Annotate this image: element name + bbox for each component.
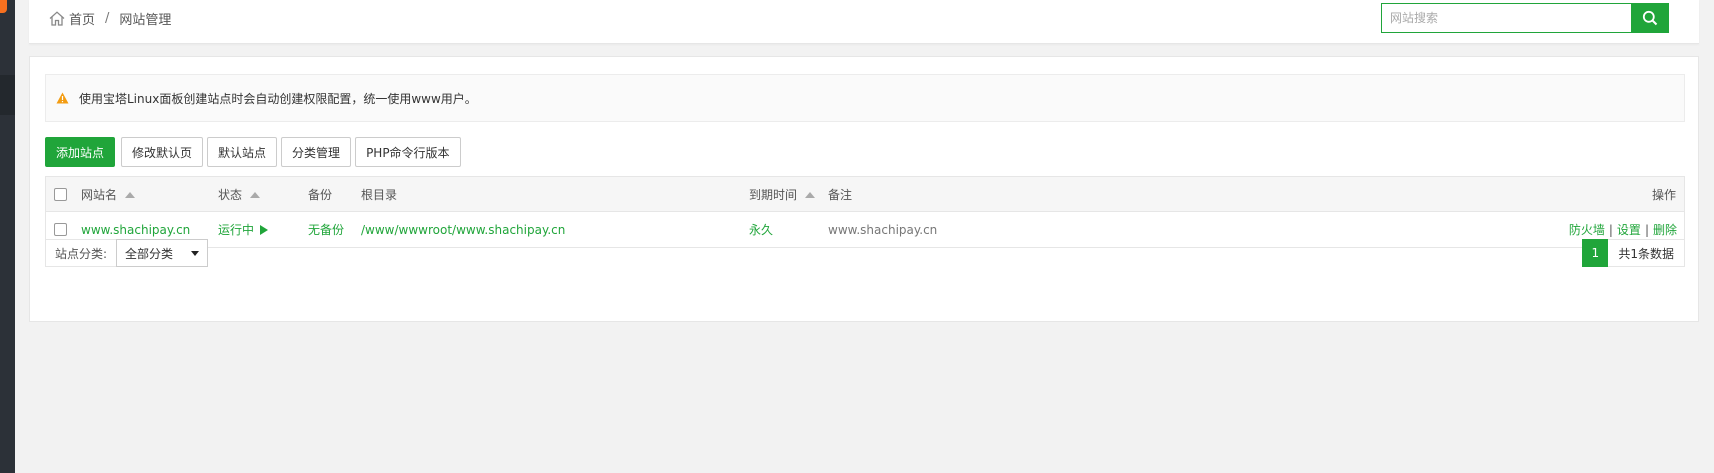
notice-alert: 使用宝塔Linux面板创建站点时会自动创建权限配置，统一使用www用户。 <box>45 74 1685 122</box>
site-status[interactable]: 运行中 <box>218 212 269 247</box>
settings-link[interactable]: 设置 <box>1617 221 1641 238</box>
select-all-checkbox[interactable] <box>54 188 67 201</box>
default-site-button[interactable]: 默认站点 <box>207 137 278 167</box>
divider: | <box>1608 222 1613 237</box>
header-status-label: 状态 <box>218 188 243 202</box>
firewall-link[interactable]: 防火墙 <box>1569 221 1605 238</box>
breadcrumb: 首页 / 网站管理 <box>49 9 171 28</box>
total-count: 共1条数据 <box>1618 246 1674 261</box>
sidebar-badge <box>0 0 7 13</box>
search-input[interactable] <box>1381 3 1631 33</box>
category-select[interactable]: 全部分类 <box>116 239 209 267</box>
header-ops: 操作 <box>1651 188 1676 202</box>
row-checkbox[interactable] <box>54 223 67 236</box>
category-selected: 全部分类 <box>125 246 174 261</box>
modify-default-page-button[interactable]: 修改默认页 <box>121 137 204 167</box>
site-backup-link[interactable]: 无备份 <box>308 212 344 247</box>
header-root: 根目录 <box>361 188 398 202</box>
page-1-button[interactable]: 1 <box>1582 239 1609 267</box>
sort-icon[interactable] <box>805 191 816 198</box>
php-cli-version-button[interactable]: PHP命令行版本 <box>355 137 461 167</box>
divider: | <box>1644 222 1649 237</box>
sort-icon[interactable] <box>250 191 261 198</box>
breadcrumb-home[interactable]: 首页 <box>69 9 95 28</box>
site-status-label: 运行中 <box>218 223 255 237</box>
pagination: 1 共1条数据 <box>1582 239 1685 267</box>
header-name[interactable]: 网站名 <box>81 177 136 212</box>
header-backup: 备份 <box>308 188 333 202</box>
play-icon <box>260 224 269 235</box>
toolbar: 添加站点 修改默认页 默认站点 分类管理 PHP命令行版本 <box>45 137 465 167</box>
site-expire-link[interactable]: 永久 <box>749 212 773 247</box>
chevron-down-icon <box>191 250 200 256</box>
breadcrumb-current: 网站管理 <box>119 13 172 28</box>
category-manage-button[interactable]: 分类管理 <box>281 137 352 167</box>
add-site-button[interactable]: 添加站点 <box>45 137 116 167</box>
breadcrumb-separator: / <box>105 11 110 26</box>
header-expire[interactable]: 到期时间 <box>749 177 816 212</box>
sidebar-active-item[interactable] <box>0 75 15 115</box>
header-expire-label: 到期时间 <box>749 188 798 202</box>
site-note[interactable]: www.shachipay.cn <box>828 212 937 247</box>
sort-icon[interactable] <box>125 191 136 198</box>
table-row: www.shachipay.cn 运行中 无备份 /www/wwwroot/ww… <box>46 212 1684 247</box>
search-box <box>1381 3 1669 33</box>
notice-text: 使用宝塔Linux面板创建站点时会自动创建权限配置，统一使用www用户。 <box>79 91 477 106</box>
table-header-row: 网站名 状态 备份 根目录 到期时间 备注 操作 <box>46 177 1684 212</box>
site-management-panel: 使用宝塔Linux面板创建站点时会自动创建权限配置，统一使用www用户。 添加站… <box>29 56 1699 322</box>
delete-link[interactable]: 删除 <box>1653 221 1677 238</box>
search-icon <box>1642 10 1658 26</box>
sidebar-edge <box>0 0 15 473</box>
header-status[interactable]: 状态 <box>218 177 261 212</box>
site-table: 网站名 状态 备份 根目录 到期时间 备注 操作 www.shachipay.c… <box>45 176 1685 248</box>
warning-icon <box>56 92 69 104</box>
site-root-link[interactable]: /www/wwwroot/www.shachipay.cn <box>361 212 565 247</box>
category-label: 站点分类: <box>55 246 108 261</box>
header-note: 备注 <box>828 188 853 202</box>
top-bar: 首页 / 网站管理 <box>29 0 1699 44</box>
home-icon[interactable] <box>49 11 65 26</box>
header-name-label: 网站名 <box>81 188 118 202</box>
search-button[interactable] <box>1631 3 1669 33</box>
category-filter: 站点分类: 全部分类 <box>45 239 209 267</box>
